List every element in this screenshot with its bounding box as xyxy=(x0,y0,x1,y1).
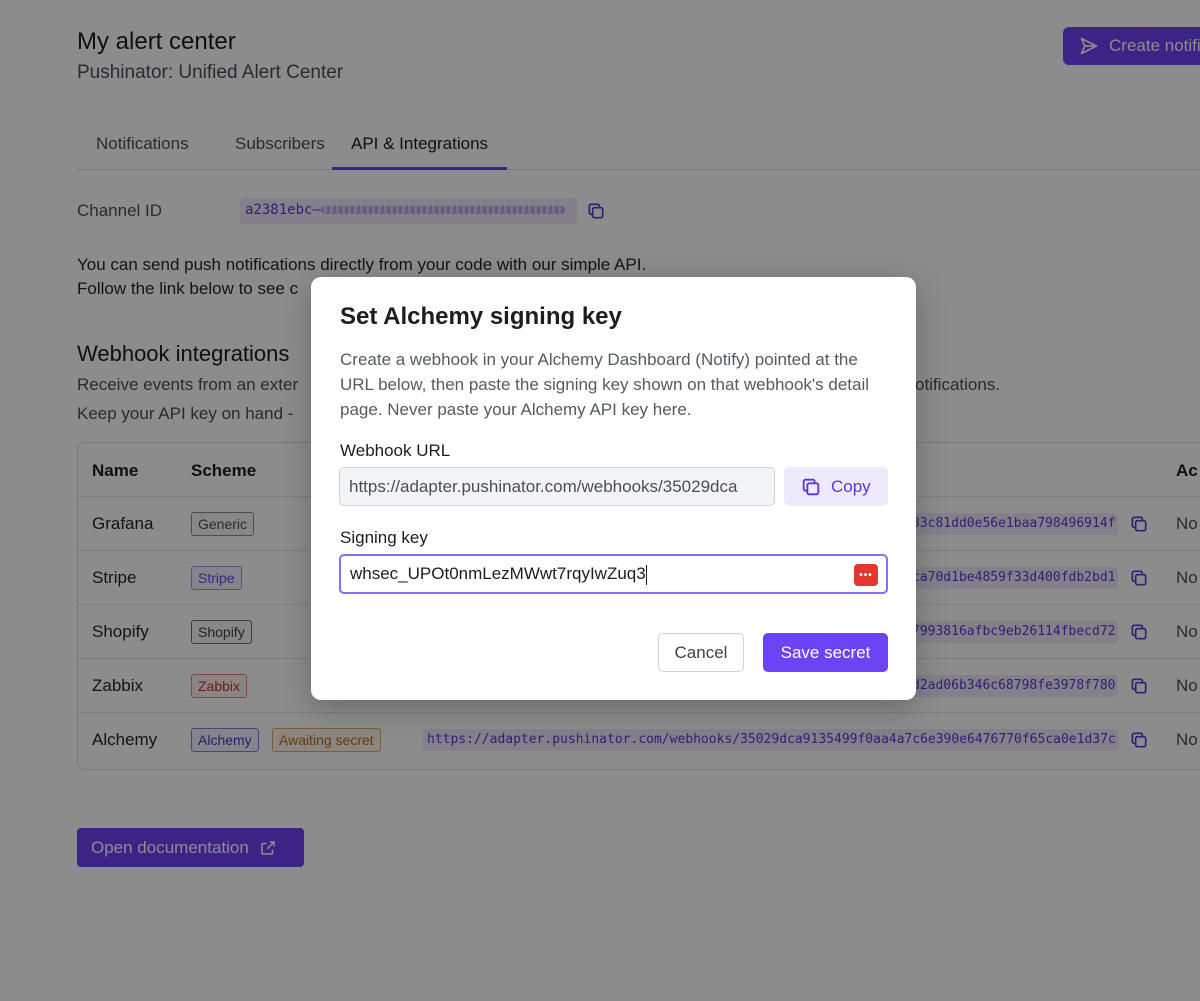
signing-key-value: whsec_UPOt0nmLezMWwt7rqyIwZuq3 xyxy=(350,564,646,583)
text-caret xyxy=(645,564,647,585)
webhook-url-field[interactable] xyxy=(339,467,775,506)
page: My alert center Pushinator: Unified Aler… xyxy=(0,0,1200,1001)
copy-icon xyxy=(802,478,820,495)
save-secret-button[interactable]: Save secret xyxy=(763,633,888,672)
signing-key-dialog: Set Alchemy signing key Create a webhook… xyxy=(311,277,916,700)
copy-url-button[interactable]: Copy xyxy=(784,467,888,506)
cancel-button[interactable]: Cancel xyxy=(658,633,744,672)
signing-key-label: Signing key xyxy=(340,528,428,547)
password-manager-icon[interactable]: ••• xyxy=(854,564,878,586)
webhook-url-label: Webhook URL xyxy=(340,441,451,460)
dialog-title: Set Alchemy signing key xyxy=(340,303,622,330)
signing-key-input[interactable]: whsec_UPOt0nmLezMWwt7rqyIwZuq3 ••• xyxy=(339,554,888,594)
copy-url-label: Copy xyxy=(831,476,871,496)
dialog-description: Create a webhook in your Alchemy Dashboa… xyxy=(340,350,870,419)
